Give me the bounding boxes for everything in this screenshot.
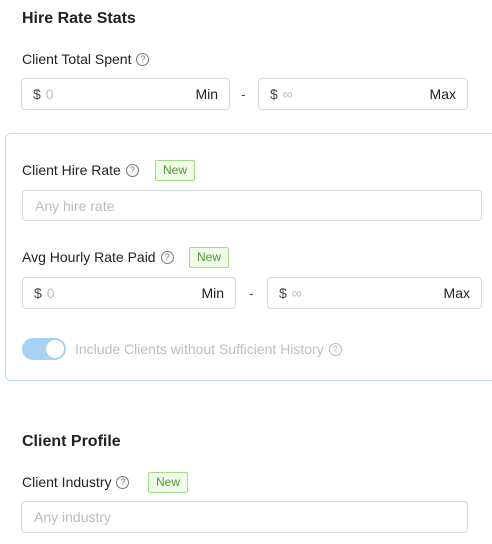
client-industry-label: Client Industry ? <box>22 474 130 490</box>
toggle-knob <box>46 340 64 358</box>
currency-symbol: $ <box>270 86 278 102</box>
max-suffix: Max <box>443 285 470 301</box>
include-clients-label: Include Clients without Sufficient Histo… <box>75 341 342 357</box>
max-placeholder: ∞ <box>291 285 302 301</box>
max-suffix: Max <box>429 86 456 102</box>
hire-rate-placeholder: Any hire rate <box>35 197 115 214</box>
range-separator: - <box>249 285 254 301</box>
client-total-spent-label-text: Client Total Spent <box>22 51 132 67</box>
include-clients-toggle[interactable] <box>22 338 66 360</box>
question-circle-icon[interactable]: ? <box>125 163 139 177</box>
client-hire-rate-label: Client Hire Rate ? <box>22 162 139 178</box>
section-title-hire-rate-stats: Hire Rate Stats <box>22 10 136 27</box>
question-circle-icon[interactable]: ? <box>136 52 150 66</box>
avg-hourly-rate-max-input[interactable]: $ ∞ Max <box>267 277 482 309</box>
client-hire-rate-label-text: Client Hire Rate <box>22 162 121 178</box>
client-industry-label-text: Client Industry <box>22 474 112 490</box>
avg-hourly-rate-min-input[interactable]: $ 0 Min <box>22 277 236 309</box>
min-suffix: Min <box>201 285 224 301</box>
avg-hourly-rate-label-text: Avg Hourly Rate Paid <box>22 249 156 265</box>
min-placeholder: 0 <box>46 285 55 301</box>
new-badge: New <box>189 247 230 268</box>
currency-symbol: $ <box>33 86 41 102</box>
client-total-spent-min-input[interactable]: $ 0 Min <box>21 78 230 110</box>
range-separator: - <box>241 86 246 102</box>
client-total-spent-max-input[interactable]: $ ∞ Max <box>258 78 468 110</box>
avg-hourly-rate-label: Avg Hourly Rate Paid ? <box>22 249 174 265</box>
new-badge: New <box>155 160 196 181</box>
question-circle-icon[interactable]: ? <box>160 250 174 264</box>
min-suffix: Min <box>195 86 218 102</box>
new-badge: New <box>148 472 189 493</box>
include-clients-label-text: Include Clients without Sufficient Histo… <box>75 341 324 357</box>
currency-symbol: $ <box>279 285 287 301</box>
client-total-spent-label: Client Total Spent ? <box>22 51 150 67</box>
client-industry-input[interactable]: Any industry <box>21 501 468 533</box>
section-title-client-profile: Client Profile <box>22 433 121 450</box>
industry-placeholder: Any industry <box>34 509 112 525</box>
question-circle-icon[interactable]: ? <box>328 342 342 356</box>
min-placeholder: 0 <box>45 86 54 102</box>
client-hire-rate-input[interactable]: Any hire rate <box>22 190 482 221</box>
question-circle-icon[interactable]: ? <box>116 475 130 489</box>
max-placeholder: ∞ <box>282 86 293 102</box>
currency-symbol: $ <box>34 285 42 301</box>
